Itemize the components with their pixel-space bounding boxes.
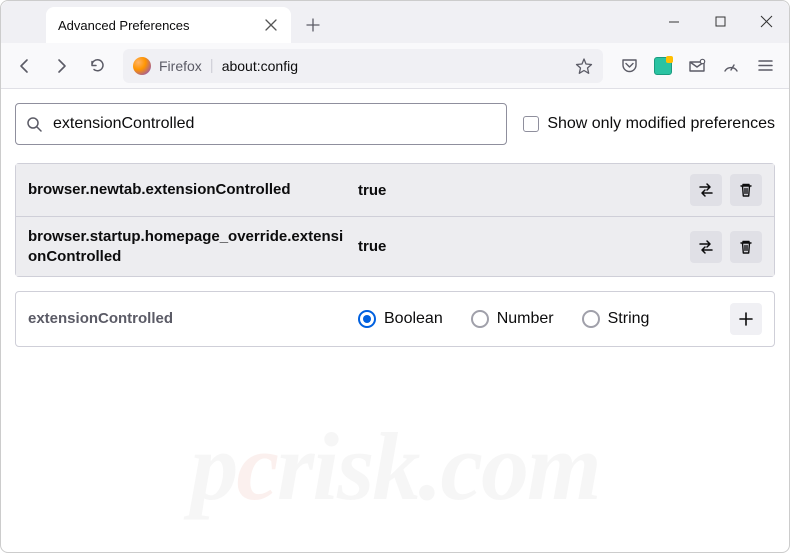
type-radio-group: Boolean Number String — [358, 310, 720, 328]
url-text: about:config — [222, 58, 567, 74]
pref-name: browser.newtab.extensionControlled — [28, 180, 348, 200]
firefox-logo-icon — [133, 57, 151, 75]
radio-number[interactable]: Number — [471, 310, 554, 328]
extension-icon[interactable] — [647, 50, 679, 82]
search-row: extensionControlled Show only modified p… — [15, 103, 775, 145]
search-icon — [26, 116, 43, 133]
forward-button[interactable] — [45, 50, 77, 82]
maximize-button[interactable] — [697, 1, 743, 42]
show-modified-checkbox[interactable]: Show only modified preferences — [523, 115, 775, 133]
titlebar: Advanced Preferences — [1, 1, 789, 43]
radio-circle-icon — [582, 310, 600, 328]
toggle-button[interactable] — [690, 174, 722, 206]
radio-label: String — [608, 310, 650, 328]
close-tab-icon[interactable] — [263, 17, 279, 33]
pref-value: true — [358, 182, 680, 199]
url-bar[interactable]: Firefox | about:config — [123, 49, 603, 83]
pocket-icon[interactable] — [613, 50, 645, 82]
close-window-button[interactable] — [743, 1, 789, 42]
browser-window: Advanced Preferences — [0, 0, 790, 553]
radio-boolean[interactable]: Boolean — [358, 310, 443, 328]
checkbox-box — [523, 116, 539, 132]
new-tab-button[interactable] — [299, 11, 327, 39]
new-pref-name: extensionControlled — [28, 309, 348, 329]
inbox-icon[interactable] — [681, 50, 713, 82]
toggle-button[interactable] — [690, 231, 722, 263]
toolbar: Firefox | about:config — [1, 43, 789, 89]
watermark: pcrisk.com — [1, 411, 789, 522]
radio-label: Number — [497, 310, 554, 328]
search-input[interactable]: extensionControlled — [15, 103, 507, 145]
pref-row: browser.newtab.extensionControlled true — [16, 164, 774, 216]
row-actions — [690, 174, 762, 206]
pref-value: true — [358, 238, 680, 255]
radio-circle-icon — [358, 310, 376, 328]
new-preference-row: extensionControlled Boolean Number Strin… — [15, 291, 775, 347]
delete-button[interactable] — [730, 174, 762, 206]
toolbar-right — [613, 50, 781, 82]
window-controls — [651, 1, 789, 43]
dashboard-icon[interactable] — [715, 50, 747, 82]
content-area: extensionControlled Show only modified p… — [1, 89, 789, 361]
tab-title: Advanced Preferences — [58, 18, 255, 33]
row-actions — [690, 231, 762, 263]
url-divider: | — [210, 57, 214, 74]
pref-row: browser.startup.homepage_override.extens… — [16, 216, 774, 276]
minimize-button[interactable] — [651, 1, 697, 42]
back-button[interactable] — [9, 50, 41, 82]
preferences-table: browser.newtab.extensionControlled true … — [15, 163, 775, 277]
search-input-value: extensionControlled — [53, 115, 496, 133]
radio-circle-icon — [471, 310, 489, 328]
tab-advanced-preferences[interactable]: Advanced Preferences — [46, 7, 291, 43]
delete-button[interactable] — [730, 231, 762, 263]
bookmark-star-icon[interactable] — [575, 57, 593, 75]
radio-string[interactable]: String — [582, 310, 650, 328]
checkbox-label: Show only modified preferences — [547, 115, 775, 133]
menu-button[interactable] — [749, 50, 781, 82]
radio-label: Boolean — [384, 310, 443, 328]
add-button[interactable] — [730, 303, 762, 335]
pref-name: browser.startup.homepage_override.extens… — [28, 227, 348, 266]
reload-button[interactable] — [81, 50, 113, 82]
brand-label: Firefox — [159, 58, 202, 74]
